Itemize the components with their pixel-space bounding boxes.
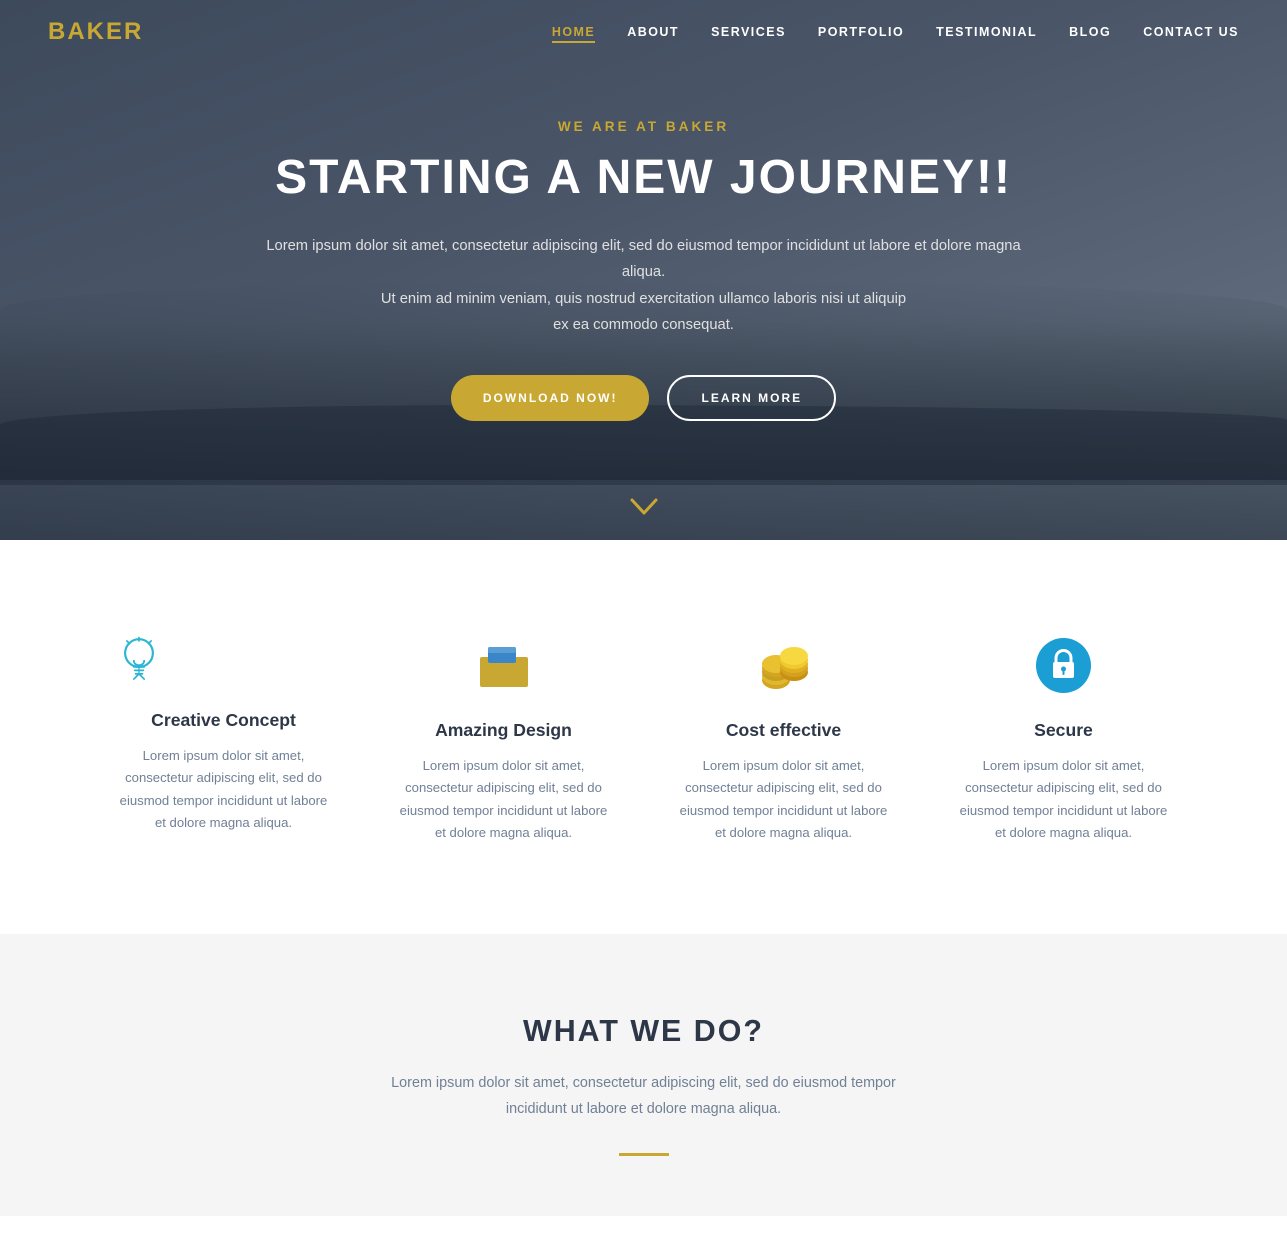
hero-buttons: DOWNLOAD NOW! LEARN MORE: [264, 375, 1024, 421]
nav-item-home[interactable]: HOME: [552, 23, 595, 41]
navbar: BAKER HOME ABOUT SERVICES PORTFOLIO TEST…: [0, 0, 1287, 64]
feature-title-cost: Cost effective: [674, 720, 894, 741]
learn-more-button[interactable]: LEARN MORE: [667, 375, 836, 421]
hero-description: Lorem ipsum dolor sit amet, consectetur …: [264, 233, 1024, 339]
nav-link-contact[interactable]: CONTACT US: [1143, 25, 1239, 39]
section-divider: [619, 1153, 669, 1156]
hero-section: WE ARE AT BAKER STARTING A NEW JOURNEY!!…: [0, 0, 1287, 540]
nav-item-services[interactable]: SERVICES: [711, 23, 786, 41]
logo-part1: BA: [48, 18, 87, 45]
nav-item-about[interactable]: ABOUT: [627, 23, 679, 41]
features-section: Creative Concept Lorem ipsum dolor sit a…: [0, 540, 1287, 934]
feature-secure: Secure Lorem ipsum dolor sit amet, conse…: [924, 610, 1204, 864]
feature-desc-creative: Lorem ipsum dolor sit amet, consectetur …: [114, 745, 334, 834]
bulb-icon: [114, 630, 164, 690]
nav-links: HOME ABOUT SERVICES PORTFOLIO TESTIMONIA…: [552, 23, 1239, 41]
hero-subtitle: WE ARE AT BAKER: [264, 119, 1024, 134]
nav-link-blog[interactable]: BLOG: [1069, 25, 1111, 39]
feature-desc-cost: Lorem ipsum dolor sit amet, consectetur …: [674, 755, 894, 844]
feature-creative-concept: Creative Concept Lorem ipsum dolor sit a…: [84, 610, 364, 864]
feature-title-design: Amazing Design: [394, 720, 614, 741]
feature-desc-secure: Lorem ipsum dolor sit amet, consectetur …: [954, 755, 1174, 844]
what-we-do-desc: Lorem ipsum dolor sit amet, consectetur …: [364, 1071, 924, 1123]
nav-link-services[interactable]: SERVICES: [711, 25, 786, 39]
what-we-do-section: WHAT WE DO? Lorem ipsum dolor sit amet, …: [0, 934, 1287, 1216]
nav-item-testimonial[interactable]: TESTIMONIAL: [936, 23, 1037, 41]
design-icon: [394, 630, 614, 700]
nav-item-contact[interactable]: CONTACT US: [1143, 23, 1239, 41]
scroll-down-icon[interactable]: [630, 496, 658, 522]
secure-icon: [954, 630, 1174, 700]
logo[interactable]: BAKER: [48, 18, 143, 46]
feature-amazing-design: Amazing Design Lorem ipsum dolor sit ame…: [364, 610, 644, 864]
nav-link-home[interactable]: HOME: [552, 25, 595, 43]
download-button[interactable]: DOWNLOAD NOW!: [451, 375, 650, 421]
feature-title-secure: Secure: [954, 720, 1174, 741]
nav-item-blog[interactable]: BLOG: [1069, 23, 1111, 41]
nav-link-about[interactable]: ABOUT: [627, 25, 679, 39]
feature-title-creative: Creative Concept: [114, 710, 334, 731]
feature-desc-design: Lorem ipsum dolor sit amet, consectetur …: [394, 755, 614, 844]
nav-link-portfolio[interactable]: PORTFOLIO: [818, 25, 904, 39]
hero-title: STARTING A NEW JOURNEY!!: [264, 152, 1024, 205]
what-we-do-title: WHAT WE DO?: [40, 1014, 1247, 1049]
nav-item-portfolio[interactable]: PORTFOLIO: [818, 23, 904, 41]
logo-part2: KER: [87, 18, 144, 45]
nav-link-testimonial[interactable]: TESTIMONIAL: [936, 25, 1037, 39]
coins-icon: [674, 630, 894, 700]
hero-content: WE ARE AT BAKER STARTING A NEW JOURNEY!!…: [244, 119, 1044, 421]
feature-cost-effective: Cost effective Lorem ipsum dolor sit ame…: [644, 610, 924, 864]
